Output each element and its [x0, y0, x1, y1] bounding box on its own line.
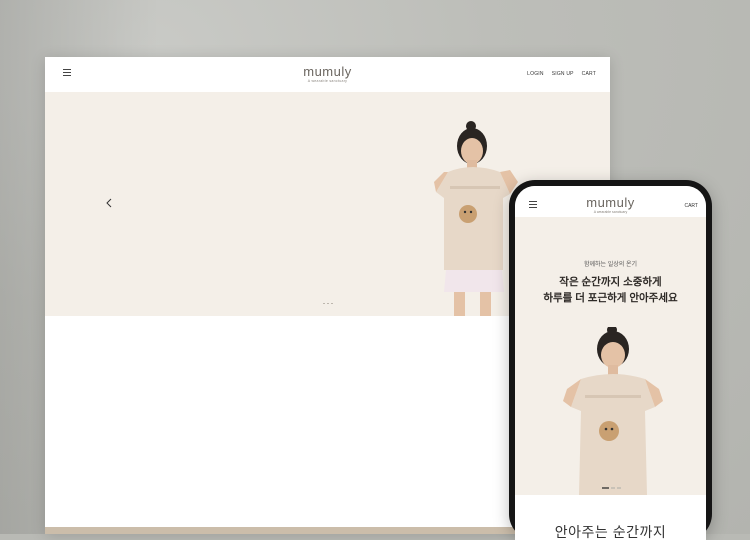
hero-headline: 작은 순간까지 소중하게 하루를 더 포근하게 안아주세요 — [515, 274, 706, 306]
cart-link[interactable]: CART — [582, 71, 596, 77]
mobile-slider-dots[interactable] — [602, 487, 621, 489]
signup-link[interactable]: SIGN UP — [552, 71, 574, 77]
chevron-left-icon[interactable] — [105, 198, 113, 208]
desktop-tagline: A wearable sanctuary — [307, 79, 348, 83]
mobile-logo[interactable]: mumuly — [515, 196, 706, 210]
hero-subtitle: 함께하는 일상의 온기 — [583, 262, 637, 268]
desktop-header: mumuly A wearable sanctuary LOGIN SIGN U… — [45, 57, 610, 92]
desktop-nav-links: LOGIN SIGN UP CART — [527, 71, 596, 77]
mobile-hero-banner: 함께하는 일상의 온기 작은 순간까지 소중하게 하루를 더 포근하게 안아주세… — [515, 217, 706, 495]
desktop-logo[interactable]: mumuly — [45, 65, 610, 79]
phone-screen: mumuly A wearable sanctuary CART 함께하는 일상… — [515, 186, 706, 540]
mobile-section-heading: 안아주는 순간까지 — [554, 524, 667, 540]
hero-headline-line-2: 하루를 더 포근하게 안아주세요 — [543, 292, 678, 304]
phone-mockup: mumuly A wearable sanctuary CART 함께하는 일상… — [509, 180, 712, 540]
hero-model-image — [563, 327, 663, 495]
mobile-header: mumuly A wearable sanctuary CART — [515, 186, 706, 217]
mobile-cart-link[interactable]: CART — [684, 203, 698, 209]
mobile-tagline: A wearable sanctuary — [593, 210, 628, 214]
desktop-slider-dots[interactable] — [323, 303, 333, 304]
login-link[interactable]: LOGIN — [527, 71, 544, 77]
hero-headline-line-1: 작은 순간까지 소중하게 — [559, 276, 662, 288]
